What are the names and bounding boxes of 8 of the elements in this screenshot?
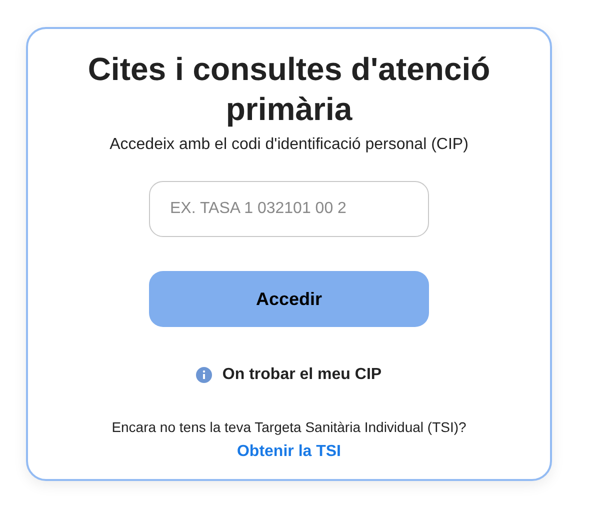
subtitle: Accedeix amb el codi d'identificació personal (CIP) [110, 135, 468, 155]
tsi-link[interactable]: Obtenir la TSI [236, 440, 341, 464]
tsi-prompt: Encara no tens la teva Targeta Sanitària Individual (TSI)? [112, 418, 466, 437]
help-link[interactable]: On trobar el meu CIP [196, 363, 382, 387]
submit-button[interactable]: Accedir [149, 271, 429, 327]
page-title: Cites i consultes d'atenció primària [86, 50, 492, 129]
cip-input-field[interactable]: EX. TASA 1 032101 00 2 [149, 181, 429, 237]
info-icon [196, 367, 212, 383]
